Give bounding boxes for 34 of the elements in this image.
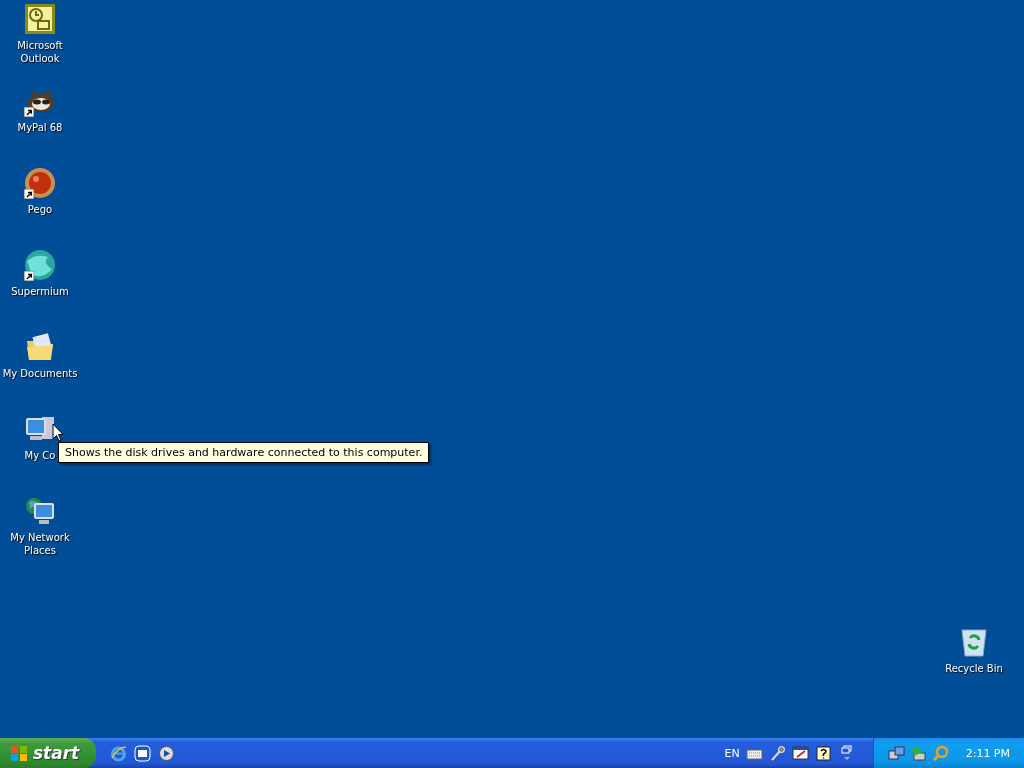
help-icon <box>814 744 832 762</box>
mail-icon <box>134 744 151 762</box>
tray-button[interactable] <box>887 744 905 762</box>
language-bar-button[interactable] <box>814 744 832 762</box>
language-bar-button[interactable] <box>791 744 809 762</box>
icon-label[interactable]: My Network Places <box>0 531 80 557</box>
start-button[interactable]: start <box>0 738 96 768</box>
icon-label[interactable]: Recycle Bin <box>945 662 1003 675</box>
pen-pad-icon <box>791 744 809 762</box>
icon-label[interactable]: MyPal 68 <box>17 121 63 134</box>
quick-launch-button[interactable] <box>158 744 175 762</box>
network-computer-icon <box>24 495 56 527</box>
clock-envelope-icon <box>24 3 56 35</box>
arrow-computer-icon <box>909 744 927 762</box>
icon-label[interactable]: My Documents <box>2 367 78 380</box>
language-indicator[interactable]: EN <box>724 746 740 760</box>
recycle-bin-icon <box>958 626 990 658</box>
quick-launch-button[interactable] <box>110 744 127 762</box>
icon-label[interactable]: Supermium <box>11 285 69 298</box>
tooltip: Shows the disk drives and hardware connected to this computer. <box>58 442 430 463</box>
windows-flag-icon <box>10 744 28 762</box>
ball-icon <box>24 167 56 199</box>
globe-icon <box>24 249 56 281</box>
play-icon <box>158 744 175 762</box>
icon-label[interactable]: Microsoft Outlook <box>0 39 80 65</box>
cursor-arrow-icon <box>52 423 64 442</box>
icon-label[interactable]: My Co <box>24 449 56 462</box>
browser-e-icon <box>110 744 127 762</box>
tray-button[interactable] <box>909 744 927 762</box>
magnifier-icon <box>931 744 949 762</box>
network-computers-icon <box>887 744 905 762</box>
folder-icon <box>24 331 56 363</box>
icon-label[interactable]: Pego <box>27 203 53 216</box>
microphone-icon <box>768 744 786 762</box>
